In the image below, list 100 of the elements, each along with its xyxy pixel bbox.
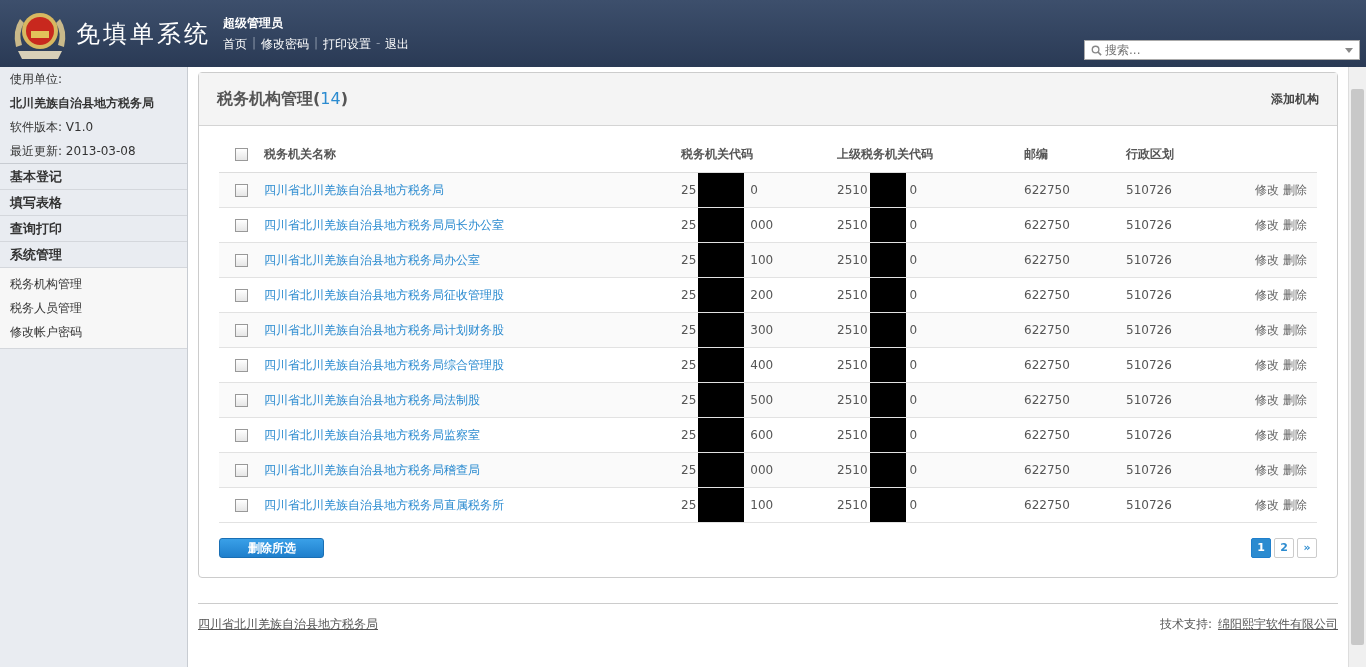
page-button[interactable]: 2 — [1274, 538, 1294, 558]
menu-section[interactable]: 填写表格 — [0, 190, 187, 216]
row-action-link[interactable]: 删除 — [1283, 462, 1307, 477]
footer-link[interactable]: 四川省北川羌族自治县地方税务局 — [198, 616, 378, 633]
office-name-link[interactable]: 四川省北川羌族自治县地方税务局征收管理股 — [264, 287, 504, 302]
redaction-block — [869, 418, 906, 452]
table-cell: 510726 — [1126, 463, 1172, 477]
row-action-link[interactable]: 修改 — [1255, 287, 1279, 302]
row-action-link[interactable]: 修改 — [1255, 427, 1279, 442]
code-fragment: 25 — [681, 463, 697, 477]
row-checkbox[interactable] — [234, 499, 248, 512]
row-checkbox[interactable] — [234, 464, 248, 477]
code-fragment: 500 — [750, 393, 774, 407]
code-fragment: 25 — [681, 183, 697, 197]
nav-link[interactable]: 退出 — [385, 35, 410, 53]
row-action-link[interactable]: 删除 — [1283, 497, 1307, 512]
code-fragment: 25 — [681, 393, 697, 407]
redaction-block — [869, 453, 906, 487]
select-all-checkbox[interactable] — [234, 148, 248, 161]
row-action-link[interactable]: 修改 — [1255, 462, 1279, 477]
row-checkbox[interactable] — [234, 429, 248, 442]
code-fragment: 600 — [750, 428, 774, 442]
row-action-link[interactable]: 删除 — [1283, 427, 1307, 442]
code-fragment: 25 — [681, 358, 697, 372]
row-action-link[interactable]: 删除 — [1283, 217, 1307, 232]
caret-icon — [1345, 47, 1353, 53]
menu-section[interactable]: 基本登记 — [0, 164, 187, 190]
code-fragment: 2510 — [837, 323, 868, 337]
row-action-link[interactable]: 修改 — [1255, 497, 1279, 512]
redaction-block — [869, 243, 906, 277]
code-fragment: 000 — [750, 218, 774, 232]
code-fragment: 100 — [750, 253, 774, 267]
scrollbar[interactable] — [1348, 67, 1366, 667]
page-button[interactable]: 1 — [1251, 538, 1271, 558]
search-field[interactable]: 搜索... — [1084, 40, 1360, 60]
row-checkbox[interactable] — [234, 324, 248, 337]
redaction-block — [869, 208, 906, 242]
code-fragment: 0 — [909, 253, 918, 267]
code-fragment: 0 — [909, 218, 918, 232]
row-action-link[interactable]: 删除 — [1283, 182, 1307, 197]
nav-link[interactable]: 首页 — [223, 35, 247, 53]
row-action-link[interactable]: 修改 — [1255, 252, 1279, 267]
search-icon — [1091, 44, 1102, 56]
menu-item[interactable]: 税务人员管理 — [10, 300, 177, 316]
code-fragment: 0 — [909, 288, 918, 302]
row-action-link[interactable]: 删除 — [1283, 287, 1307, 302]
unit-info: 使用单位: — [10, 71, 64, 87]
unit-info: 最近更新: 2013-03-08 — [10, 143, 137, 159]
office-name-link[interactable]: 四川省北川羌族自治县地方税务局综合管理股 — [264, 357, 504, 372]
row-action-link[interactable]: 修改 — [1255, 392, 1279, 407]
row-checkbox[interactable] — [234, 394, 248, 407]
row-action-link[interactable]: 删除 — [1283, 322, 1307, 337]
nav-link[interactable]: 修改密码 — [261, 35, 310, 53]
office-name-link[interactable]: 四川省北川羌族自治县地方税务局 — [264, 182, 444, 197]
footer-link[interactable]: 绵阳熙宇软件有限公司 — [1218, 616, 1338, 633]
code-fragment: 0 — [909, 428, 918, 442]
code-fragment: 0 — [750, 183, 758, 197]
redaction-block — [869, 488, 906, 522]
table-cell: 622750 — [1024, 183, 1070, 197]
code-fragment: 25 — [681, 218, 697, 232]
user-name: 超级管理员 — [223, 14, 284, 32]
menu-item[interactable]: 修改帐户密码 — [10, 324, 177, 340]
delete-selected-button[interactable]: 删除所选 — [219, 538, 324, 558]
row-action-link[interactable]: 删除 — [1283, 392, 1307, 407]
redaction-block — [698, 383, 745, 417]
code-fragment: 400 — [750, 358, 774, 372]
row-action-link[interactable]: 删除 — [1283, 252, 1307, 267]
nav-link[interactable]: 打印设置 — [323, 35, 372, 53]
nav-separator: | — [314, 35, 319, 52]
add-link[interactable]: 添加机构 — [1271, 90, 1319, 108]
office-name-link[interactable]: 四川省北川羌族自治县地方税务局监察室 — [264, 427, 480, 442]
code-fragment: 0 — [909, 183, 918, 197]
row-checkbox[interactable] — [234, 219, 248, 232]
row-action-link[interactable]: 删除 — [1283, 357, 1307, 372]
row-checkbox[interactable] — [234, 289, 248, 302]
row-action-link[interactable]: 修改 — [1255, 322, 1279, 337]
redaction-block — [869, 313, 906, 347]
row-checkbox[interactable] — [234, 184, 248, 197]
table-cell: 510726 — [1126, 183, 1172, 197]
menu-item[interactable]: 税务机构管理 — [10, 276, 177, 292]
row-action-link[interactable]: 修改 — [1255, 357, 1279, 372]
code-fragment: 0 — [909, 498, 918, 512]
office-name-link[interactable]: 四川省北川羌族自治县地方税务局局长办公室 — [264, 217, 504, 232]
support-label: 技术支持: — [1159, 616, 1212, 633]
office-name-link[interactable]: 四川省北川羌族自治县地方税务局直属税务所 — [264, 497, 504, 512]
page-button[interactable]: » — [1297, 538, 1317, 558]
column-header: 上级税务机关代码 — [837, 146, 933, 161]
table-cell: 510726 — [1126, 323, 1172, 337]
redaction-block — [698, 488, 745, 522]
redaction-block — [698, 313, 745, 347]
table-cell: 622750 — [1024, 218, 1070, 232]
menu-section[interactable]: 查询打印 — [0, 216, 187, 242]
table-cell: 510726 — [1126, 253, 1172, 267]
row-action-link[interactable]: 修改 — [1255, 182, 1279, 197]
table-cell: 510726 — [1126, 498, 1172, 512]
row-action-link[interactable]: 修改 — [1255, 217, 1279, 232]
row-checkbox[interactable] — [234, 254, 248, 267]
redaction-block — [698, 243, 745, 277]
row-checkbox[interactable] — [234, 359, 248, 372]
column-header: 税务机关名称 — [264, 146, 336, 161]
